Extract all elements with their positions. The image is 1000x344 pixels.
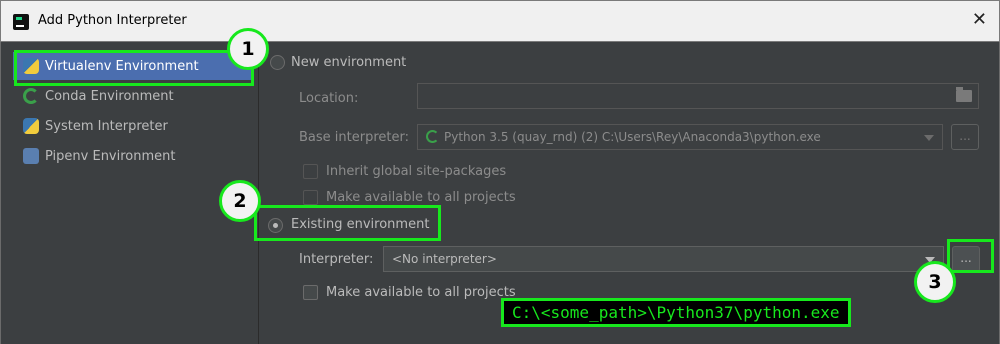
folder-icon[interactable] — [956, 87, 972, 102]
title-bar: Add Python Interpreter ✕ — [0, 0, 1000, 42]
sidebar-item-conda[interactable]: Conda Environment — [13, 82, 253, 110]
step-1-marker: 1 — [227, 28, 269, 70]
sidebar-item-pipenv[interactable]: Pipenv Environment — [13, 142, 253, 170]
base-interpreter-value: Python 3.5 (quay_rnd) (2) C:\Users\Rey\A… — [444, 130, 821, 144]
window-title: Add Python Interpreter — [38, 13, 187, 28]
inherit-site-packages-checkbox[interactable] — [303, 164, 318, 179]
sidebar-item-label: Pipenv Environment — [45, 148, 176, 164]
chevron-down-icon — [924, 135, 934, 141]
sidebar-item-label: System Interpreter — [45, 118, 168, 134]
highlight-virtualenv — [14, 50, 254, 86]
base-interpreter-browse-button[interactable]: ... — [951, 124, 979, 150]
inherit-site-packages-label: Inherit global site-packages — [326, 164, 507, 179]
new-environment-label: New environment — [291, 55, 407, 70]
new-environment-radio[interactable] — [270, 55, 285, 70]
interpreter-select[interactable]: <No interpreter> — [383, 246, 944, 272]
conda-icon — [23, 88, 39, 104]
interpreter-label: Interpreter: — [299, 252, 374, 267]
interpreter-value: <No interpreter> — [392, 252, 497, 266]
existing-env-make-available-label: Make available to all projects — [326, 285, 516, 300]
conda-icon — [426, 130, 439, 143]
close-icon[interactable]: ✕ — [972, 10, 987, 30]
highlight-existing-environment — [254, 205, 441, 241]
step-2-marker: 2 — [219, 180, 261, 222]
sidebar-item-label: Conda Environment — [45, 88, 174, 104]
path-hint: C:\<some_path>\Python37\python.exe — [501, 298, 851, 327]
existing-env-make-available-checkbox[interactable] — [303, 285, 318, 300]
new-env-make-available-checkbox[interactable] — [303, 190, 318, 205]
highlight-browse-button — [947, 239, 994, 273]
base-interpreter-select[interactable]: Python 3.5 (quay_rnd) (2) C:\Users\Rey\A… — [417, 124, 943, 150]
location-field[interactable] — [417, 83, 979, 109]
sidebar-item-system-interpreter[interactable]: System Interpreter — [13, 112, 253, 140]
step-3-marker: 3 — [914, 261, 956, 303]
pycharm-icon — [13, 14, 29, 30]
python-icon — [23, 118, 39, 134]
base-interpreter-label: Base interpreter: — [299, 130, 409, 145]
location-label: Location: — [299, 91, 359, 106]
new-env-make-available-label: Make available to all projects — [326, 190, 516, 205]
pipenv-icon — [23, 148, 39, 164]
